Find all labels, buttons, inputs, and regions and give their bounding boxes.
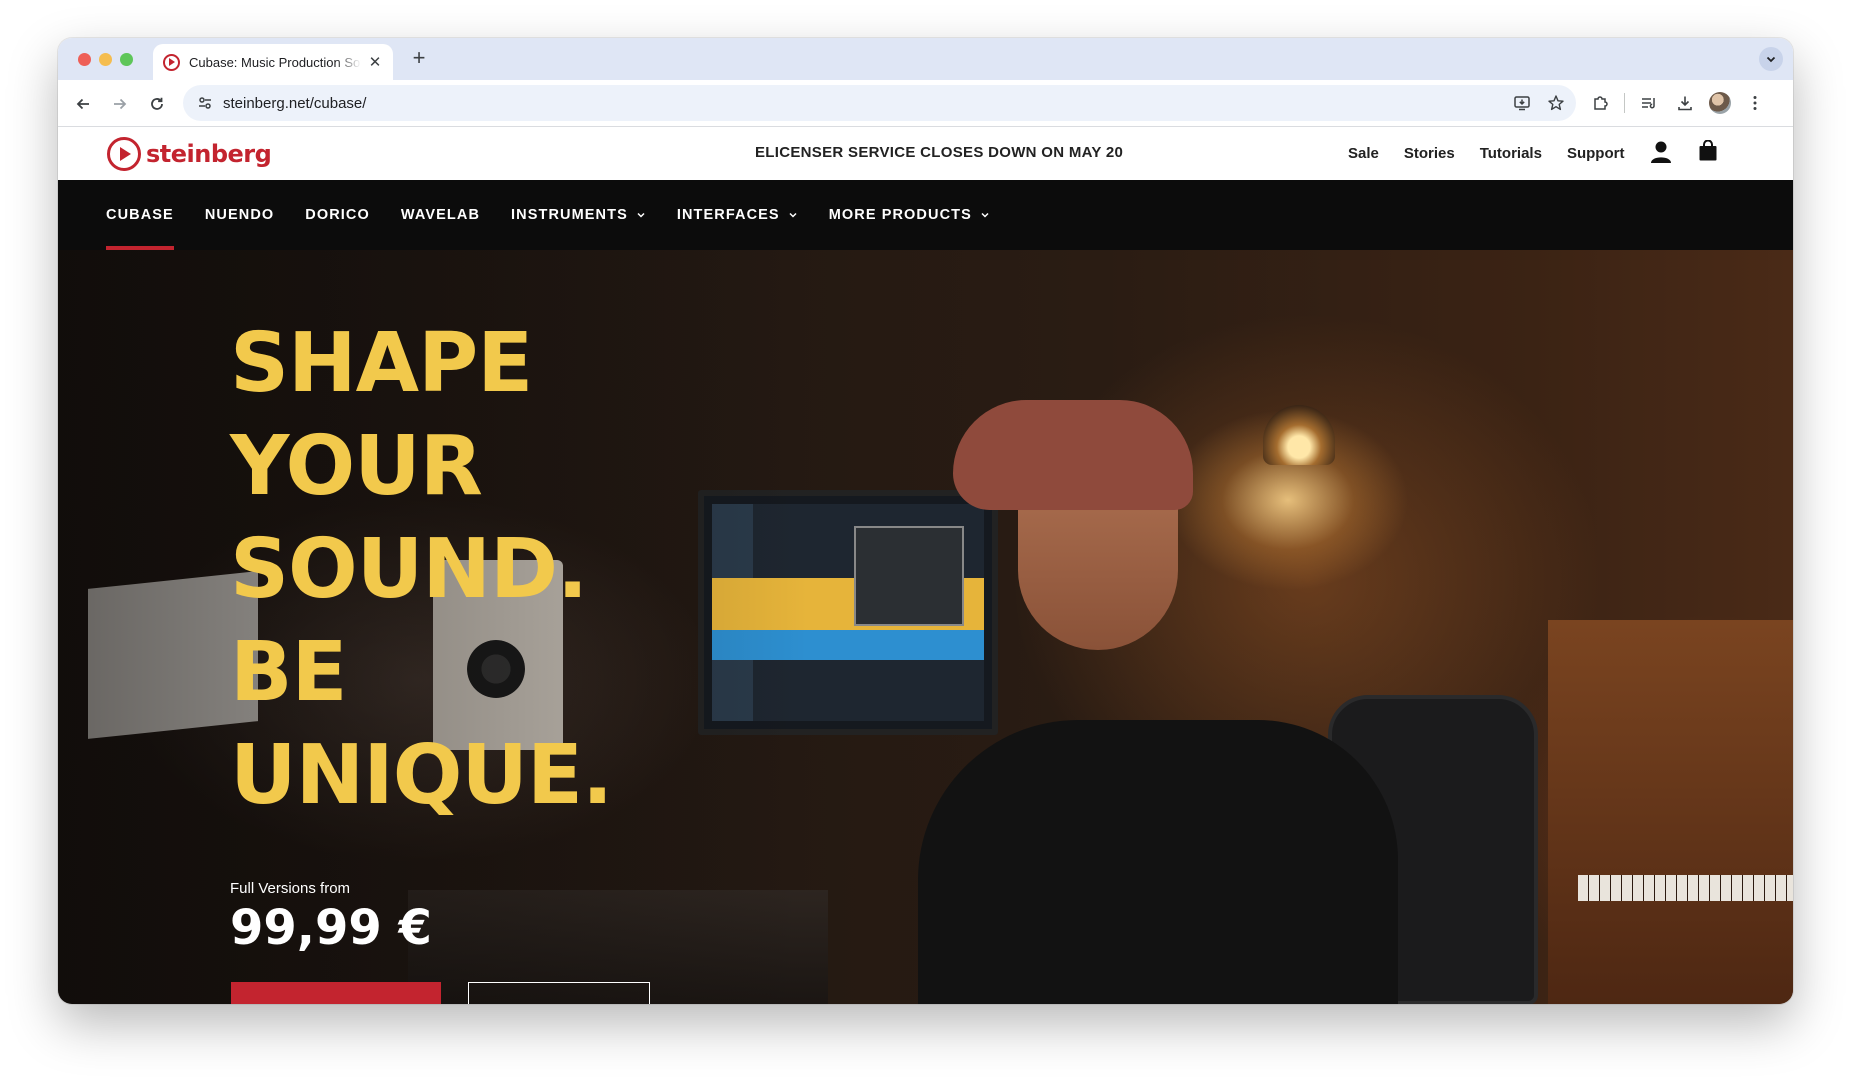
header-link-support[interactable]: Support <box>1567 145 1625 162</box>
star-icon[interactable] <box>1544 91 1568 115</box>
more-vert-icon[interactable] <box>1743 91 1767 115</box>
hero-image-person <box>918 720 1398 1004</box>
nav-item-wavelab[interactable]: WAVELAB <box>401 180 480 250</box>
user-account-icon[interactable] <box>1650 140 1672 169</box>
header-link-sale[interactable]: Sale <box>1348 145 1379 162</box>
toolbar-actions <box>1588 91 1767 115</box>
steinberg-logo[interactable]: steinberg <box>107 137 272 171</box>
hero-image-plugin-window <box>854 526 964 626</box>
header-link-stories[interactable]: Stories <box>1404 145 1455 162</box>
hero-headline: SHAPE YOUR SOUND. BE UNIQUE. <box>230 312 750 827</box>
install-app-icon[interactable] <box>1510 91 1534 115</box>
reload-icon <box>151 97 163 110</box>
browser-tab[interactable]: Cubase: Music Production Software | Stei… <box>153 44 393 80</box>
nav-item-label: DORICO <box>305 207 370 223</box>
headline-line: SHAPE <box>230 316 533 411</box>
nav-item-label: NUENDO <box>204 207 275 223</box>
announcement-banner[interactable]: ELICENSER SERVICE CLOSES DOWN ON MAY 20 <box>755 144 1123 161</box>
nav-item-label: CUBASE <box>106 207 174 223</box>
chevron-down-icon <box>980 210 990 220</box>
new-tab-button[interactable]: + <box>405 45 433 71</box>
nav-item-label: INSTRUMENTS <box>511 207 628 223</box>
back-arrow-icon <box>76 98 89 110</box>
nav-item-dorico[interactable]: DORICO <box>305 180 370 250</box>
nav-item-label: MORE PRODUCTS <box>828 207 972 223</box>
hero-image-piano-keys <box>1578 875 1793 901</box>
back-button[interactable] <box>70 91 96 117</box>
secondary-cta-button[interactable] <box>468 982 650 1004</box>
brand-name: steinberg <box>146 140 272 168</box>
headline-line: BE <box>230 625 348 720</box>
toolbar-divider <box>1624 93 1625 113</box>
header-link-tutorials[interactable]: Tutorials <box>1480 145 1542 162</box>
extensions-icon[interactable] <box>1588 91 1612 115</box>
headline-line: SOUND. <box>230 522 588 617</box>
nav-item-interfaces[interactable]: INTERFACES <box>677 180 798 250</box>
header-links: Sale Stories Tutorials Support <box>1348 145 1624 162</box>
maximize-window-button[interactable] <box>120 53 133 66</box>
tab-search-button[interactable] <box>1759 47 1783 71</box>
chevron-down-icon <box>788 210 798 220</box>
nav-item-label: INTERFACES <box>676 207 780 223</box>
hero-image-cap <box>953 400 1193 510</box>
chevron-down-icon <box>1766 56 1776 63</box>
tab-strip: Cubase: Music Production Software | Stei… <box>58 38 1793 80</box>
headline-line: UNIQUE. <box>230 728 613 823</box>
nav-item-cubase[interactable]: CUBASE <box>106 180 174 250</box>
url-text[interactable]: steinberg.net/cubase/ <box>223 95 366 112</box>
product-nav: CUBASE NUENDO DORICO WAVELAB INSTRUMENTS… <box>58 180 1793 250</box>
reload-button[interactable] <box>144 91 170 117</box>
tab-title: Cubase: Music Production Software | Stei… <box>189 54 361 70</box>
steinberg-logo-icon <box>107 137 141 171</box>
tune-icon[interactable] <box>195 93 215 113</box>
download-icon[interactable] <box>1673 91 1697 115</box>
hero-banner: SHAPE YOUR SOUND. BE UNIQUE. Full Versio… <box>58 250 1793 1004</box>
product-nav-items: CUBASE NUENDO DORICO WAVELAB INSTRUMENTS… <box>106 180 1021 250</box>
price-label: Full Versions from <box>230 880 351 897</box>
browser-window: Cubase: Music Production Software | Stei… <box>58 38 1793 1004</box>
avatar[interactable] <box>1709 92 1731 114</box>
hero-image-piano <box>1548 620 1793 1004</box>
site-header: steinberg ELICENSER SERVICE CLOSES DOWN … <box>58 128 1793 180</box>
forward-button[interactable] <box>107 91 133 117</box>
chevron-down-icon <box>636 210 646 220</box>
price-value: 99,99 € <box>230 900 432 956</box>
nav-item-label: WAVELAB <box>400 207 481 223</box>
tab-close-icon[interactable]: ✕ <box>367 53 383 71</box>
browser-toolbar: steinberg.net/cubase/ <box>58 80 1793 127</box>
nav-item-more-products[interactable]: MORE PRODUCTS <box>829 180 990 250</box>
forward-arrow-icon <box>114 98 127 110</box>
close-window-button[interactable] <box>78 53 91 66</box>
headline-line: YOUR <box>230 419 483 514</box>
minimize-window-button[interactable] <box>99 53 112 66</box>
nav-item-nuendo[interactable]: NUENDO <box>205 180 274 250</box>
nav-item-instruments[interactable]: INSTRUMENTS <box>511 180 646 250</box>
steinberg-favicon-icon <box>163 53 180 71</box>
buy-now-button[interactable] <box>231 982 441 1004</box>
web-page: steinberg ELICENSER SERVICE CLOSES DOWN … <box>58 128 1793 1004</box>
address-bar[interactable]: steinberg.net/cubase/ <box>183 85 1576 121</box>
shopping-bag-icon[interactable] <box>1698 139 1718 167</box>
reading-list-icon[interactable] <box>1637 91 1661 115</box>
hero-image-lamp <box>1263 405 1335 465</box>
